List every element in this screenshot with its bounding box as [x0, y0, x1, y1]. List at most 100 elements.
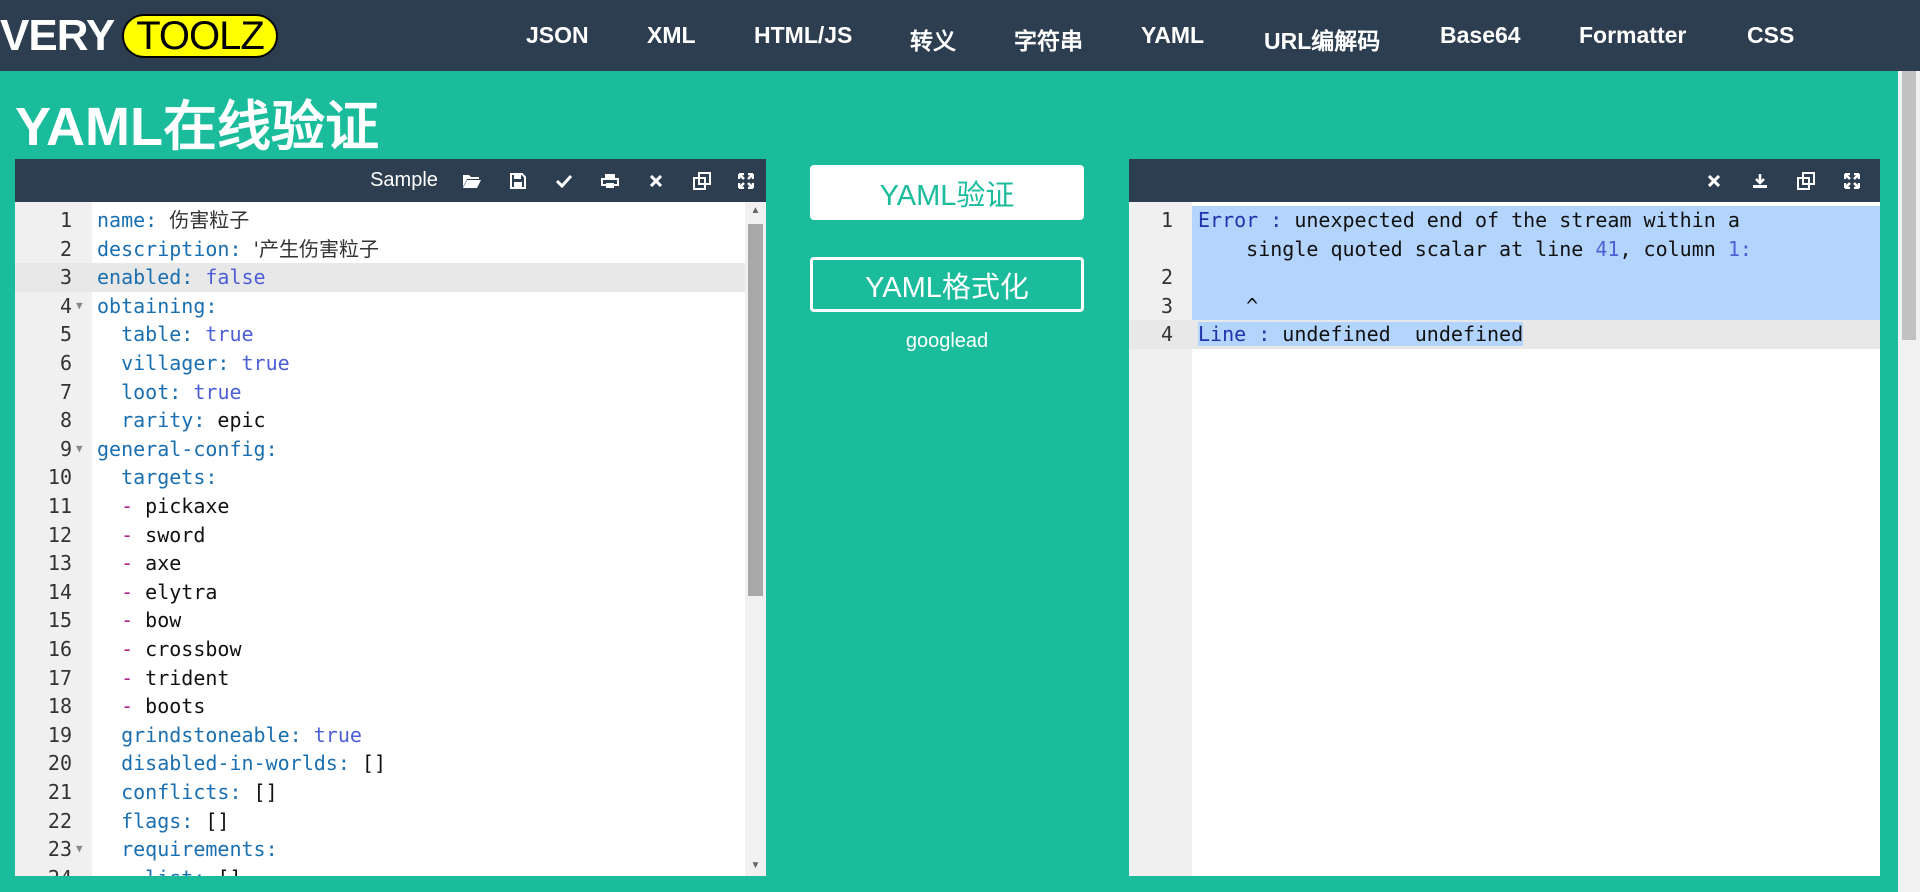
code-line-text: name: 伤害粒子 — [97, 208, 250, 232]
code-line[interactable]: 11 - pickaxe — [15, 492, 745, 521]
output-toolbar — [1129, 159, 1880, 202]
code-line[interactable]: 4 ▼ obtaining: — [15, 292, 745, 321]
output-code-area[interactable]: 1 Error : unexpected end of the stream wi… — [1129, 202, 1880, 876]
line-number: 19 — [47, 722, 72, 747]
code-line[interactable]: 16 - crossbow — [15, 635, 745, 664]
expand-icon[interactable] — [725, 159, 766, 202]
logo-word: VERY — [0, 11, 115, 60]
output-line[interactable]: 3 ^ — [1161, 291, 1880, 321]
code-line[interactable]: 18 - boots — [15, 692, 745, 721]
line-number: 1 — [1160, 208, 1173, 232]
output-line[interactable]: 1 Error : unexpected end of the stream wi… — [1161, 206, 1880, 235]
page-scrollbar[interactable] — [1898, 0, 1920, 892]
site-logo[interactable]: VERY TOOLZ — [0, 9, 278, 63]
line-number: 3 — [59, 265, 72, 290]
code-line[interactable]: 13 - axe — [15, 549, 745, 578]
code-line-text: description: '产生伤害粒子 — [97, 236, 380, 261]
code-line-text: - sword — [121, 522, 206, 547]
fold-arrow-icon[interactable]: ▼ — [76, 435, 83, 464]
code-line[interactable]: 10 targets: — [15, 463, 745, 492]
yaml-format-button[interactable]: YAML格式化 — [810, 257, 1084, 312]
code-line[interactable]: 20 disabled-in-worlds: [] — [15, 749, 745, 778]
code-line[interactable]: 1 name: 伤害粒子 — [15, 206, 745, 235]
save-icon[interactable] — [495, 159, 541, 202]
line-number: 10 — [47, 465, 72, 490]
code-line-text: table: true — [121, 322, 254, 347]
line-number: 15 — [47, 608, 72, 633]
scroll-up-arrow-icon[interactable]: ▲ — [749, 205, 762, 218]
top-navbar: VERY TOOLZ JSON XML HTML/JS 转义 字符串 YAML … — [0, 0, 1920, 71]
nav-xml[interactable]: XML — [647, 22, 696, 49]
copy-icon[interactable] — [1783, 159, 1829, 202]
line-number: 2 — [1160, 265, 1173, 290]
close-icon[interactable] — [633, 159, 679, 202]
code-line[interactable]: 24 list: [] — [15, 864, 745, 876]
yaml-validate-button[interactable]: YAML验证 — [810, 165, 1084, 220]
nav-url-codec[interactable]: URL编解码 — [1264, 22, 1380, 56]
code-line[interactable]: 5 table: true — [15, 320, 745, 349]
code-line[interactable]: 8 rarity: epic — [15, 406, 745, 435]
code-line[interactable]: 9 ▼ general-config: — [15, 435, 745, 464]
output-line-text: Error : unexpected end of the stream wit… — [1198, 206, 1880, 235]
code-line-text: - crossbow — [121, 637, 242, 661]
code-line-text: villager: true — [121, 351, 290, 375]
line-number: 16 — [47, 637, 72, 661]
input-code-area[interactable]: 1 name: 伤害粒子 2 description: '产生伤害粒子 3 enabled… — [15, 202, 766, 876]
close-icon[interactable] — [1691, 159, 1737, 202]
sample-button[interactable]: Sample — [359, 159, 449, 202]
code-line-text: general-config: — [97, 436, 278, 461]
output-line-text: ^ — [1198, 291, 1880, 321]
nav-string[interactable]: 字符串 — [1014, 22, 1083, 56]
line-number: 2 — [59, 236, 72, 261]
code-line-text: obtaining: — [97, 293, 218, 318]
nav-html-js[interactable]: HTML/JS — [754, 22, 852, 49]
code-line[interactable]: 22 flags: [] — [15, 807, 745, 836]
line-number: 23 — [47, 837, 72, 862]
code-line-text: enabled: false — [97, 265, 266, 290]
code-line[interactable]: 19 grindstoneable: true — [15, 721, 745, 750]
line-number: 4 — [1160, 322, 1173, 347]
line-number: 7 — [59, 379, 72, 404]
expand-icon[interactable] — [1829, 159, 1875, 202]
line-number: 6 — [59, 351, 72, 375]
code-line[interactable]: 23 ▼ requirements: — [15, 835, 745, 864]
nav-css[interactable]: CSS — [1747, 22, 1794, 49]
code-line[interactable]: 6 villager: true — [15, 349, 745, 378]
output-line[interactable]: 2 — [1161, 263, 1880, 292]
line-number: 17 — [47, 665, 72, 690]
code-line[interactable]: 15 - bow — [15, 606, 745, 635]
nav-formatter[interactable]: Formatter — [1579, 22, 1686, 49]
fold-arrow-icon[interactable]: ▼ — [76, 292, 83, 321]
line-number: 4 — [59, 293, 72, 318]
code-line[interactable]: 2 description: '产生伤害粒子 — [15, 235, 745, 264]
code-line[interactable]: 14 - elytra — [15, 578, 745, 607]
code-line-text: list: [] — [97, 864, 241, 876]
code-line[interactable]: 21 conflicts: [] — [15, 778, 745, 807]
folder-open-icon[interactable] — [449, 159, 495, 202]
nav-json[interactable]: JSON — [526, 22, 589, 49]
validation-output-editor[interactable]: 1 Error : unexpected end of the stream wi… — [1129, 159, 1880, 876]
output-line[interactable]: 4 Line : undefined undefined — [1129, 320, 1880, 349]
yaml-input-editor[interactable]: Sample 1 name: 伤害粒子 2 description: '产生伤害粒子 3… — [15, 159, 766, 876]
check-icon[interactable] — [541, 159, 587, 202]
code-line[interactable]: 12 - sword — [15, 521, 745, 550]
code-line[interactable]: 7 loot: true — [15, 378, 745, 407]
download-icon[interactable] — [1737, 159, 1783, 202]
copy-icon[interactable] — [679, 159, 725, 202]
nav-base64[interactable]: Base64 — [1440, 22, 1521, 49]
code-line-text: - trident — [121, 665, 230, 690]
code-line[interactable]: 3 enabled: false — [15, 263, 745, 292]
nav-yaml[interactable]: YAML — [1141, 22, 1204, 49]
input-scrollbar[interactable]: ▲ ▼ — [745, 202, 766, 876]
code-line-text: grindstoneable: true — [121, 722, 362, 747]
fold-arrow-icon[interactable]: ▼ — [76, 835, 83, 864]
code-line-text: requirements: — [121, 837, 278, 862]
line-number: 11 — [47, 494, 72, 518]
scroll-down-arrow-icon[interactable]: ▼ — [749, 860, 762, 873]
line-number: 9 — [59, 436, 72, 461]
input-scrollbar-thumb[interactable] — [748, 224, 763, 596]
code-line[interactable]: 17 - trident — [15, 664, 745, 693]
output-line[interactable]: single quoted scalar at line 41, column … — [1192, 234, 1880, 264]
print-icon[interactable] — [587, 159, 633, 202]
nav-escape[interactable]: 转义 — [910, 22, 956, 56]
